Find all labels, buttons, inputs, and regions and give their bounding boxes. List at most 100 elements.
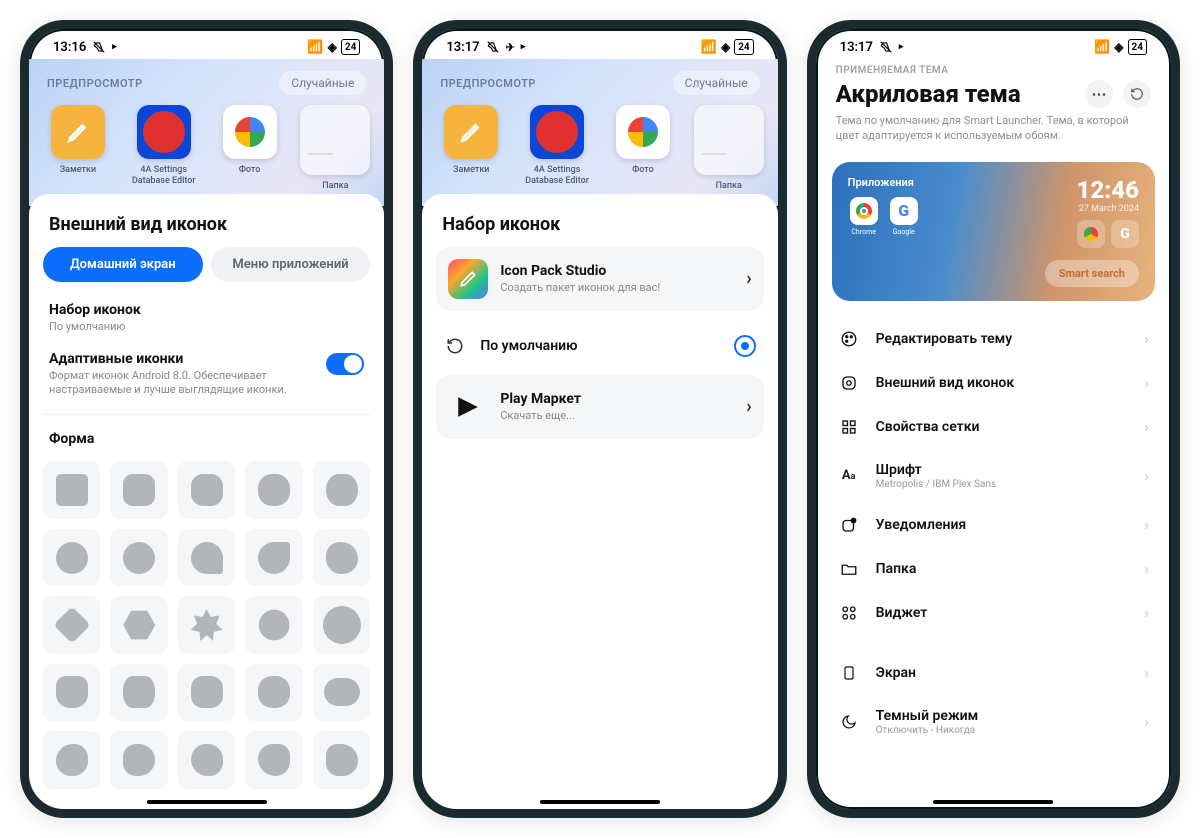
settings-sheet: Набор иконок Icon Pack Studio Создать па… (422, 194, 777, 809)
adaptive-toggle[interactable] (326, 353, 364, 375)
home-indicator[interactable] (147, 800, 267, 804)
row-iconset[interactable]: Набор иконок По умолчанию (43, 294, 370, 343)
preview-label: ПРЕДПРОСМОТР (47, 77, 143, 90)
folder-icon (300, 105, 370, 175)
photos-icon (616, 105, 670, 159)
menu-widget[interactable]: Виджет › (822, 591, 1165, 635)
shape-teardrop[interactable] (178, 529, 235, 586)
chevron-right-icon: › (1144, 330, 1149, 348)
badge-icon (838, 516, 860, 534)
chevron-right-icon: › (746, 268, 751, 289)
home-indicator[interactable] (933, 800, 1053, 804)
theme-preview-widget[interactable]: Приложения Chrome G Google 12:46 27 Marc… (832, 162, 1155, 301)
shape-square[interactable] (43, 461, 100, 518)
preview-app-4a[interactable]: 4A Settings Database Editor (124, 105, 204, 192)
shape-rounded3[interactable] (178, 664, 235, 721)
chevron-right-icon: › (1144, 467, 1149, 485)
shape-diamond[interactable] (43, 596, 100, 653)
clock: 13:17 (446, 40, 479, 55)
overline: ПРИМЕНЯЕМАЯ ТЕМА (836, 65, 1151, 76)
preview-area: ПРЕДПРОСМОТР Случайные Заметки 4A Settin… (422, 59, 777, 206)
theme-description: Тема по умолчанию для Smart Launcher. Те… (836, 114, 1151, 144)
play-icon: ▸ (899, 42, 904, 52)
preview-app-folder[interactable]: Папка (295, 105, 375, 192)
shape-circle2[interactable] (110, 529, 167, 586)
menu-grid[interactable]: Свойства сетки › (822, 405, 1165, 449)
preview-app-folder[interactable]: Папка (689, 105, 769, 192)
menu-folder[interactable]: Папка › (822, 547, 1165, 591)
shape-superellipse[interactable] (313, 461, 370, 518)
widget-time: 12:46 (1077, 176, 1139, 204)
mute-icon (92, 40, 106, 54)
shape-capsule[interactable] (313, 664, 370, 721)
widget-app-google: G Google (888, 197, 920, 236)
wifi-icon: ◈ (328, 40, 337, 54)
screen-icon (838, 664, 860, 682)
smart-search-pill: Smart search (1045, 260, 1139, 287)
status-bar: 13:17 ✈ ▸ 📶 ◈ 24 (422, 29, 777, 59)
tab-app-menu[interactable]: Меню приложений (211, 247, 371, 282)
shape-blob2[interactable] (110, 731, 167, 788)
tab-home-screen[interactable]: Домашний экран (43, 247, 203, 282)
widget-icon (838, 604, 860, 622)
home-indicator[interactable] (540, 800, 660, 804)
shape-leaf[interactable] (245, 529, 302, 586)
menu-screen[interactable]: Экран › (822, 651, 1165, 695)
shape-blob5[interactable] (313, 731, 370, 788)
menu-font[interactable]: Aa ШрифтMetropolis / IBM Plex Sans › (822, 449, 1165, 503)
card-icon-pack-studio[interactable]: Icon Pack Studio Создать пакет иконок дл… (436, 247, 763, 311)
row-adaptive-icons[interactable]: Адаптивные иконки Формат иконок Android … (43, 343, 370, 407)
shape-tv[interactable] (43, 664, 100, 721)
signal-icon: 📶 (701, 40, 717, 55)
option-default[interactable]: По умолчанию (436, 325, 763, 367)
phone-3: 13:17 ▸ 📶 ◈ 24 ПРИМЕНЯЕМАЯ ТЕМА Акрилова… (807, 20, 1180, 818)
settings-sheet: Внешний вид иконок Домашний экран Меню п… (29, 194, 384, 809)
wifi-icon: ◈ (721, 40, 730, 54)
chevron-right-icon: › (1144, 418, 1149, 436)
menu-dark-mode[interactable]: Темный режимОтключить - Никогда › (822, 695, 1165, 749)
telegram-icon: ✈ (506, 41, 515, 54)
menu-notifications[interactable]: Уведомления › (822, 503, 1165, 547)
mute-icon (879, 40, 893, 54)
preview-app-notes[interactable]: Заметки (38, 105, 118, 192)
status-bar: 13:17 ▸ 📶 ◈ 24 (816, 29, 1171, 59)
phone-2: 13:17 ✈ ▸ 📶 ◈ 24 ПРЕДПРОСМОТР Случайные … (413, 20, 786, 818)
shape-gear2[interactable] (313, 596, 370, 653)
preview-app-photo[interactable]: Фото (210, 105, 290, 192)
shape-rounded[interactable] (178, 461, 235, 518)
shape-blob4[interactable] (245, 731, 302, 788)
shape-gear[interactable] (245, 596, 302, 653)
folder-icon (838, 560, 860, 578)
shape-circle[interactable] (43, 529, 100, 586)
widget-date: 27 March 2024 (1077, 204, 1139, 214)
menu-edit-theme[interactable]: Редактировать тему › (822, 317, 1165, 361)
preview-app-notes[interactable]: Заметки (431, 105, 511, 192)
shape-hexagon[interactable] (110, 596, 167, 653)
random-button[interactable]: Случайные (279, 71, 366, 95)
shape-pebble[interactable] (313, 529, 370, 586)
shape-flower[interactable] (178, 596, 235, 653)
chevron-right-icon: › (1144, 374, 1149, 392)
preview-app-photo[interactable]: Фото (603, 105, 683, 192)
shape-squircle[interactable] (110, 461, 167, 518)
more-button[interactable]: ⋯ (1085, 80, 1113, 108)
reset-icon (444, 337, 466, 355)
row-shape: Форма (43, 423, 370, 455)
radio-selected[interactable] (734, 335, 756, 357)
shape-rounded4[interactable] (245, 664, 302, 721)
shape-blob3[interactable] (178, 731, 235, 788)
random-button[interactable]: Случайные (673, 71, 760, 95)
menu-icon-appearance[interactable]: Внешний вид иконок › (822, 361, 1165, 405)
shape-blob1[interactable] (43, 731, 100, 788)
preview-app-4a[interactable]: 4A Settings Database Editor (517, 105, 597, 192)
shape-cushion[interactable] (110, 664, 167, 721)
settings-db-icon (137, 105, 191, 159)
font-icon: Aa (838, 468, 860, 483)
page-title: Акриловая тема (836, 80, 1021, 108)
widget-apps-label: Приложения (848, 176, 920, 189)
shape-rounded2[interactable] (245, 461, 302, 518)
widget-chip-google: G (1111, 220, 1139, 248)
refresh-button[interactable] (1123, 80, 1151, 108)
preview-label: ПРЕДПРОСМОТР (440, 77, 536, 90)
card-play-market[interactable]: Play Маркет Скачать еще... › (436, 375, 763, 439)
